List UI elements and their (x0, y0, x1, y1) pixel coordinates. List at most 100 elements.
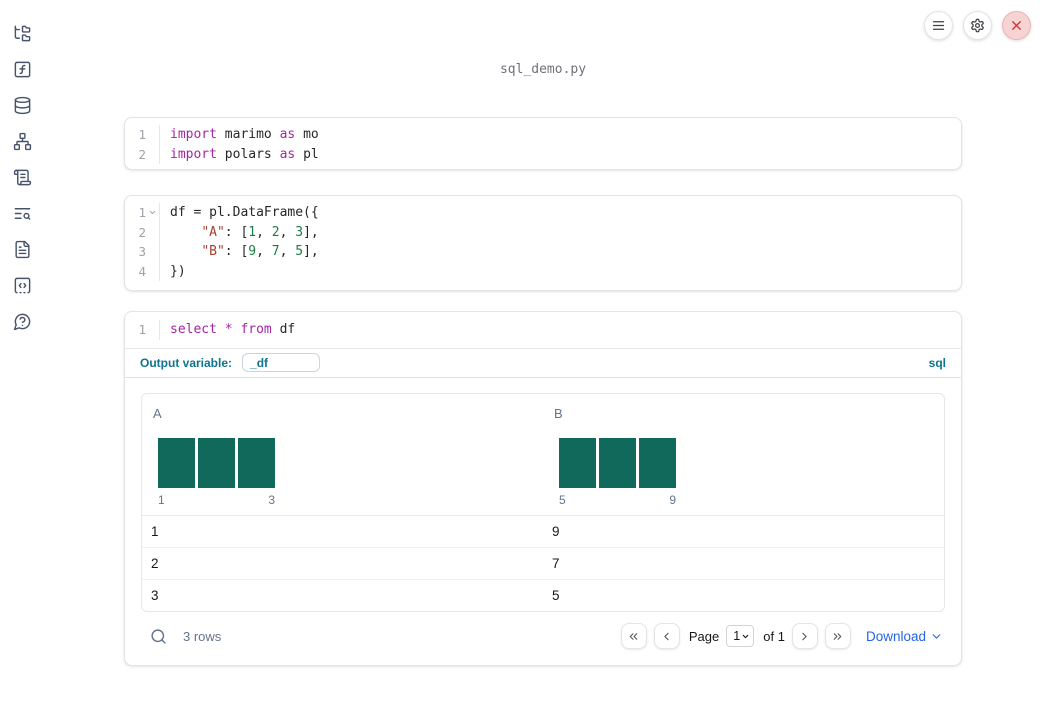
histogram-bar (198, 437, 235, 488)
code-line: 2 import polars as pl (125, 144, 961, 165)
notebook-filename: sql_demo.py (499, 62, 587, 77)
sql-cell[interactable]: 1 select * from df Output variable: sql A… (124, 311, 962, 666)
search-icon[interactable] (150, 628, 167, 645)
histogram-bar (238, 437, 275, 488)
code-square-icon (14, 277, 30, 294)
code-line: 4}) (125, 261, 961, 282)
code-cell-imports[interactable]: 1 import marimo as mo 2 import polars as pl (124, 117, 962, 170)
settings-button[interactable] (963, 11, 992, 40)
sidebar-item-help[interactable] (13, 312, 32, 331)
column-header-A[interactable]: A13 (142, 394, 543, 515)
line-number: 2 (138, 224, 146, 240)
table-header: A13B59 (142, 394, 944, 516)
sidebar-item-documentation[interactable] (13, 240, 32, 259)
code-line: 1 select * from df (125, 320, 961, 340)
histogram-max-label: 9 (669, 492, 676, 507)
histogram-min-label: 5 (559, 492, 566, 507)
chevrons-right-icon (834, 632, 842, 640)
column-name: B (554, 405, 563, 421)
histogram-axis-labels: 59 (559, 493, 676, 507)
folder-tree-icon (14, 25, 30, 42)
database-icon (14, 96, 30, 115)
notebook-menu-button[interactable] (924, 11, 953, 40)
network-icon (13, 132, 31, 151)
sql-output-area: A13B59 192735 3 rows Page 1 of 1 Downloa… (125, 378, 961, 665)
code-text: select * from df (170, 322, 296, 338)
column-header-B[interactable]: B59 (543, 394, 944, 515)
table-cell: 5 (552, 588, 560, 603)
table-row[interactable]: 19 (142, 516, 944, 548)
table-cell: 3 (151, 588, 159, 603)
code-text: "A": [1, 2, 3], (201, 224, 319, 240)
page-select-value: 1 (733, 629, 741, 643)
line-gutter: 2 (125, 222, 160, 243)
line-number: 1 (138, 205, 146, 221)
sidebar-item-variables[interactable] (13, 60, 32, 79)
chevron-right-icon (802, 632, 808, 640)
code-line: 1 import marimo as mo (125, 125, 961, 145)
row-count: 3 rows (183, 628, 222, 644)
sidebar-item-data-sources[interactable] (13, 96, 32, 115)
sidebar-item-outline[interactable] (13, 168, 32, 187)
line-number: 2 (138, 146, 146, 162)
chevron-down-icon (742, 634, 749, 638)
code-text: }) (170, 263, 186, 279)
table-row[interactable]: 35 (142, 580, 944, 611)
fold-chevron-icon[interactable] (146, 203, 159, 223)
sidebar-item-snippets[interactable] (13, 276, 32, 295)
column-histogram (158, 437, 275, 488)
output-variable-input[interactable] (242, 353, 321, 372)
page-select[interactable]: 1 (726, 625, 755, 647)
chevrons-left-icon (630, 632, 638, 640)
line-number: 1 (138, 322, 146, 338)
histogram-axis-labels: 13 (158, 493, 275, 507)
shutdown-button[interactable] (1002, 11, 1031, 40)
histogram-bar (559, 437, 596, 488)
sidebar-item-dependencies[interactable] (13, 132, 32, 151)
code-line: 2 "A": [1, 2, 3], (125, 222, 961, 243)
last-page-button[interactable] (824, 623, 851, 649)
help-bubble-icon (13, 313, 30, 331)
function-square-icon (14, 61, 30, 78)
result-table: A13B59 192735 (141, 392, 945, 612)
line-gutter: 2 (125, 144, 160, 165)
prev-page-button[interactable] (653, 623, 680, 649)
download-button[interactable]: Download (866, 629, 943, 644)
code-cell-dataframe[interactable]: 1 df = pl.DataFrame({2 "A": [1, 2, 3], 3 "… (124, 195, 962, 291)
chevron-left-icon (664, 632, 670, 640)
code-editor[interactable]: 1 import marimo as mo 2 import polars as pl (125, 118, 961, 164)
table-cell: 7 (552, 555, 560, 571)
first-page-button[interactable] (620, 623, 647, 649)
histogram-max-label: 3 (268, 492, 275, 507)
scroll-text-icon (13, 169, 31, 186)
file-text-icon (14, 240, 30, 259)
download-label: Download (865, 628, 926, 644)
line-gutter: 1 (125, 125, 160, 145)
line-number: 1 (138, 127, 146, 143)
line-gutter: 3 (125, 242, 160, 262)
code-text: "B": [9, 7, 5], (201, 244, 319, 260)
code-editor[interactable]: 1 df = pl.DataFrame({2 "A": [1, 2, 3], 3 "… (125, 196, 961, 281)
histogram-min-label: 1 (158, 492, 165, 507)
column-name: A (153, 405, 162, 421)
histogram-bar (599, 437, 636, 488)
table-cell: 9 (552, 523, 560, 539)
code-line: 1 df = pl.DataFrame({ (125, 203, 961, 223)
line-number: 3 (138, 244, 146, 260)
next-page-button[interactable] (791, 623, 818, 649)
table-row[interactable]: 27 (142, 548, 944, 580)
chevron-down-icon (932, 633, 941, 639)
page-label: Page (688, 628, 720, 644)
code-text: df = pl.DataFrame({ (170, 205, 319, 221)
sidebar-item-logs[interactable] (13, 204, 32, 223)
line-gutter: 1 (125, 320, 160, 340)
output-variable-row: Output variable: sql (125, 349, 961, 378)
sql-editor[interactable]: 1 select * from df (125, 312, 961, 349)
language-badge: sql (928, 355, 946, 370)
sidebar-item-file-explorer[interactable] (13, 24, 32, 43)
